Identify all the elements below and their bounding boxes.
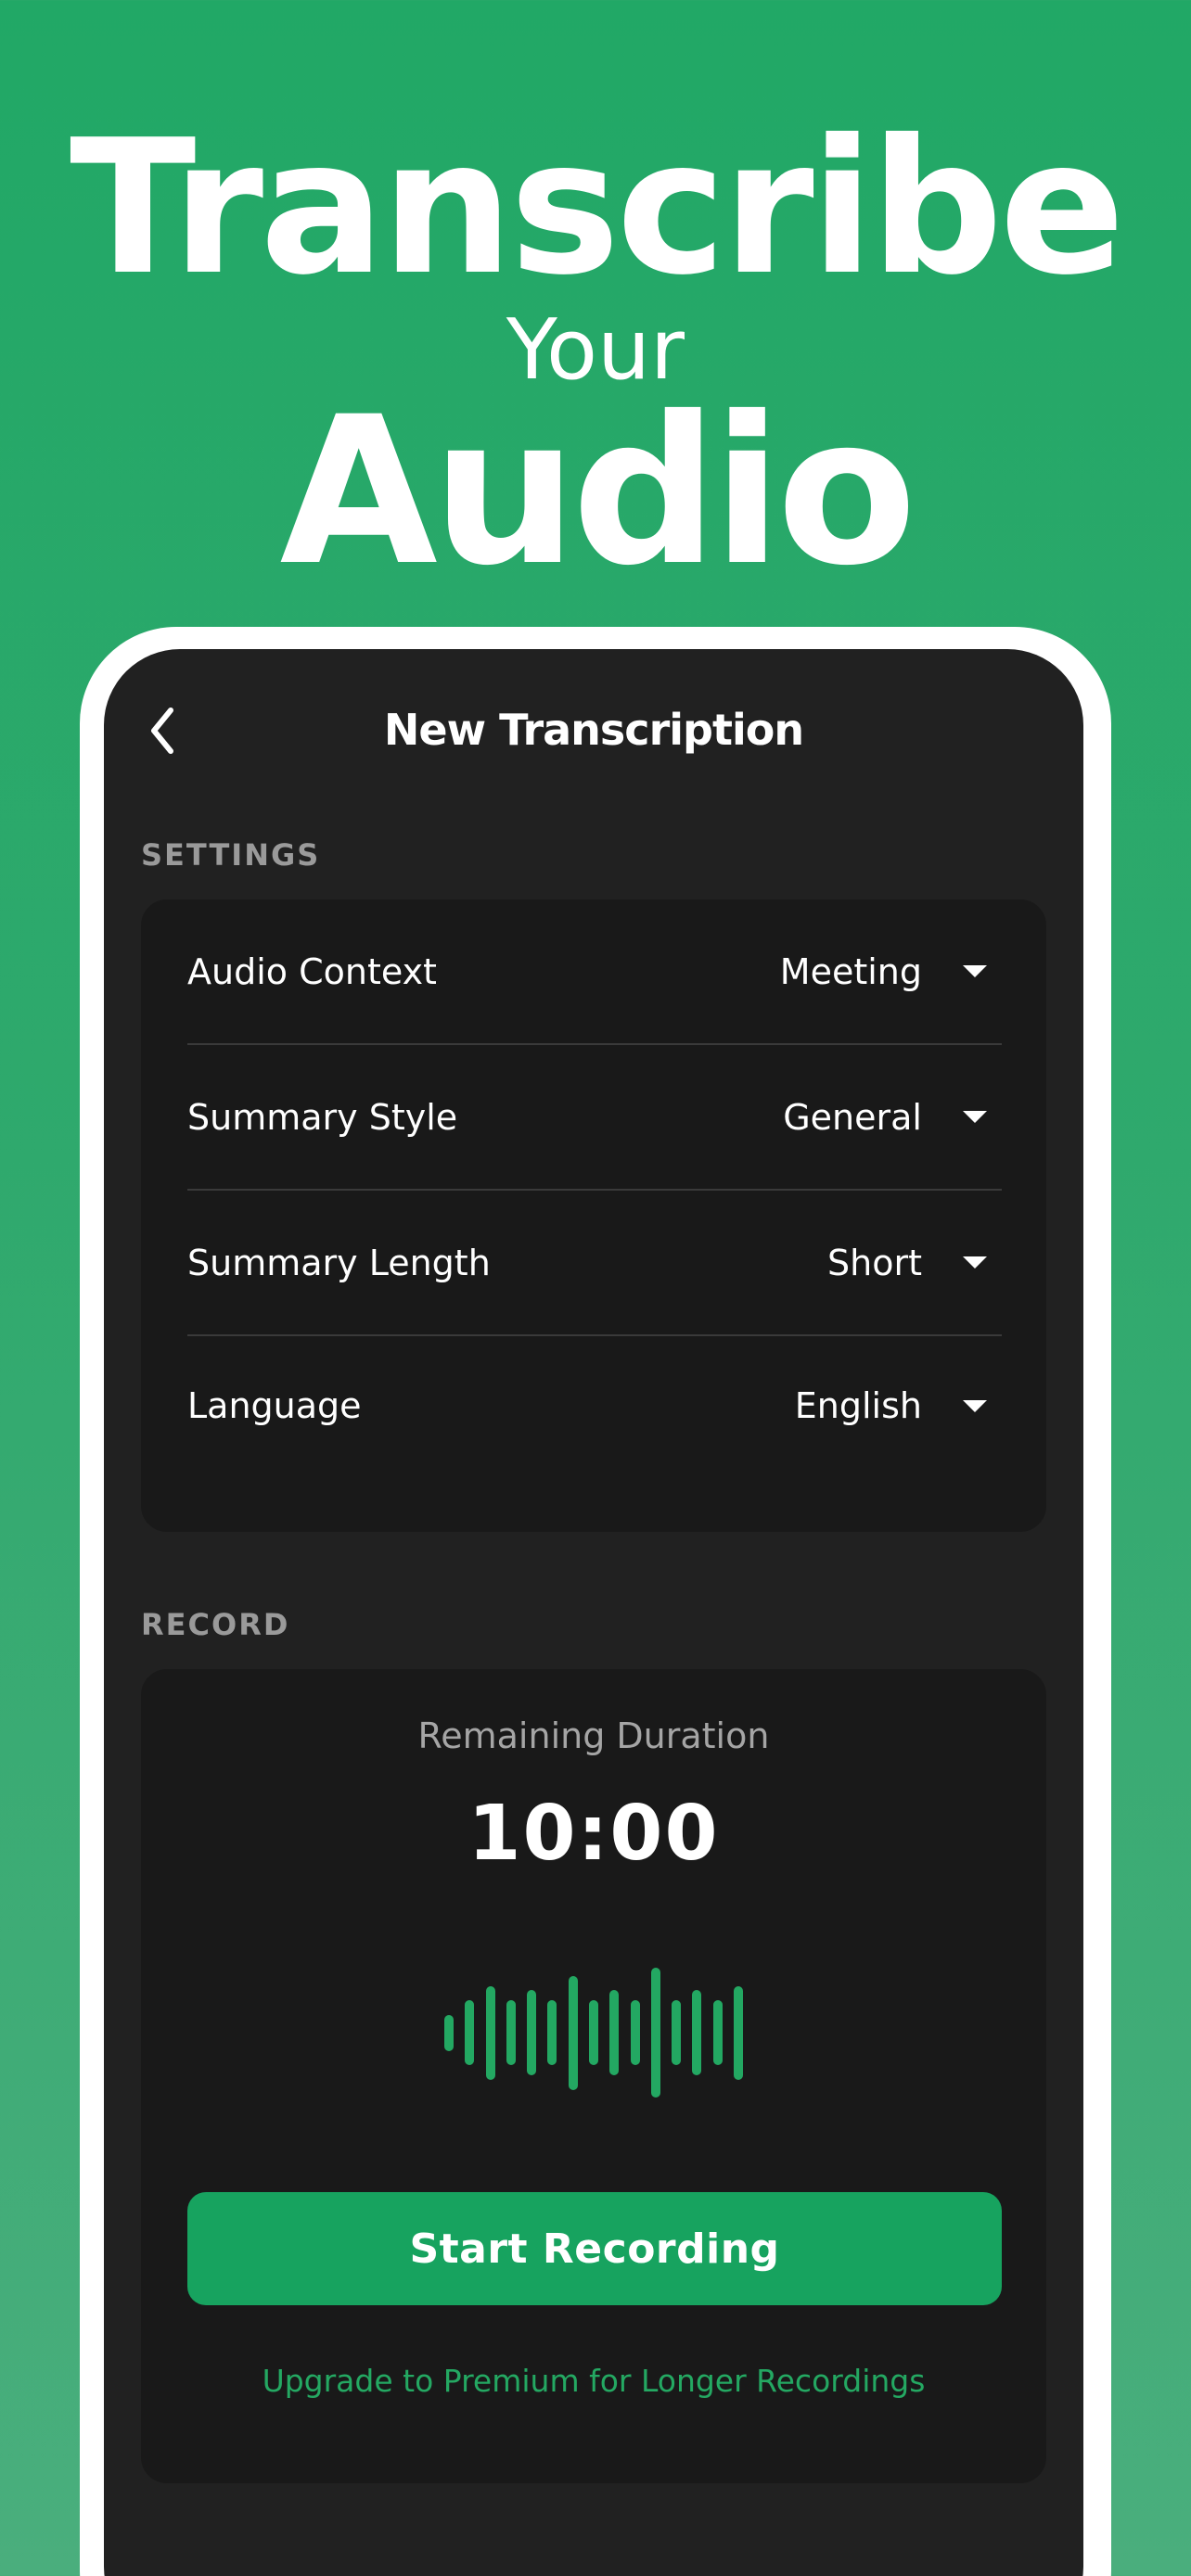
- setting-label: Language: [187, 1385, 362, 1426]
- record-section-label: RECORD: [141, 1607, 290, 1642]
- waveform-bar: [485, 1985, 495, 2080]
- setting-value: General: [783, 1096, 922, 1138]
- timer-display: 10:00: [467, 1790, 720, 1878]
- remaining-duration-label: Remaining Duration: [417, 1715, 770, 1756]
- waveform-bar: [712, 2000, 723, 2065]
- waveform-bar: [733, 1985, 743, 2080]
- caret-down-icon: [963, 1111, 987, 1123]
- summary-style-dropdown[interactable]: General: [783, 1097, 1002, 1138]
- waveform-icon: [444, 1968, 743, 2098]
- hero-line-audio: Audio: [279, 373, 917, 610]
- waveform-bar: [506, 2000, 516, 2065]
- waveform-bar: [630, 2000, 640, 2065]
- setting-label: Summary Style: [187, 1096, 458, 1138]
- waveform-bar: [609, 1990, 620, 2075]
- language-dropdown[interactable]: English: [795, 1385, 1002, 1426]
- page-title: New Transcription: [383, 705, 804, 755]
- summary-length-dropdown[interactable]: Short: [827, 1243, 1002, 1283]
- caret-down-icon: [963, 1256, 987, 1269]
- waveform-bar: [465, 2000, 475, 2065]
- start-recording-button[interactable]: Start Recording: [187, 2192, 1002, 2305]
- setting-value: English: [794, 1385, 922, 1426]
- phone-screen: New Transcription SETTINGS Audio Context…: [104, 649, 1083, 2576]
- setting-value: Short: [827, 1242, 922, 1283]
- waveform-bar: [547, 2000, 557, 2065]
- waveform-bar: [568, 1975, 578, 2090]
- upgrade-premium-link[interactable]: Upgrade to Premium for Longer Recordings: [141, 2363, 1046, 2399]
- waveform-bar: [444, 2014, 454, 2051]
- hero-line-transcribe: Transcribe: [69, 100, 1125, 316]
- audio-context-dropdown[interactable]: Meeting: [780, 951, 1002, 992]
- setting-row-audio-context[interactable]: Audio Context Meeting: [187, 899, 1002, 1045]
- settings-card: Audio Context Meeting Summary Style Gene…: [141, 899, 1046, 1532]
- setting-row-language[interactable]: Language English: [187, 1336, 1002, 1475]
- caret-down-icon: [963, 1399, 987, 1412]
- waveform-bar: [527, 1990, 537, 2075]
- setting-label: Summary Length: [187, 1242, 491, 1283]
- setting-row-summary-length[interactable]: Summary Length Short: [187, 1191, 1002, 1336]
- setting-row-summary-style[interactable]: Summary Style General: [187, 1045, 1002, 1191]
- caret-down-icon: [963, 965, 987, 977]
- waveform-bar: [588, 2000, 598, 2065]
- waveform-bar: [692, 1990, 702, 2075]
- settings-section-label: SETTINGS: [141, 837, 321, 873]
- record-card: Remaining Duration 10:00 Start Recording…: [141, 1669, 1046, 2483]
- setting-label: Audio Context: [187, 950, 437, 992]
- setting-value: Meeting: [779, 950, 922, 992]
- waveform-bar: [672, 2000, 682, 2065]
- waveform-bar: [650, 1968, 660, 2098]
